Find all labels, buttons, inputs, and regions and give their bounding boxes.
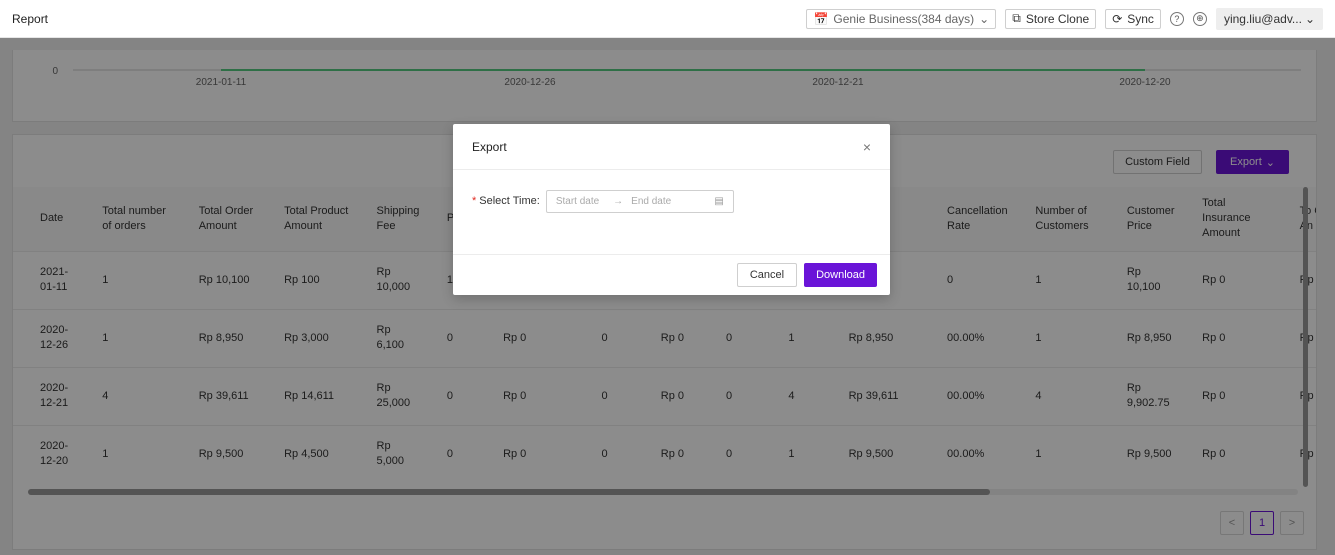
download-button[interactable]: Download: [804, 263, 877, 287]
chevron-down-icon: ⌄: [1304, 11, 1315, 26]
select-time-label: * Select Time:: [472, 195, 540, 207]
end-date-input[interactable]: End date: [631, 196, 671, 207]
sync-button[interactable]: ⟳ Sync: [1105, 8, 1161, 29]
sync-label: Sync: [1127, 11, 1154, 26]
calendar-icon: ▤: [714, 196, 724, 207]
modal-body: * Select Time: Start date → End date ▤: [453, 170, 890, 254]
business-name: Genie Business(384 days): [833, 11, 975, 26]
store-clone-label: Store Clone: [1025, 11, 1090, 26]
top-header: Report 📅 Genie Business(384 days) ⌄ ⧉ St…: [0, 0, 1335, 38]
store-clone-button[interactable]: ⧉ Store Clone: [1005, 8, 1097, 29]
arrow-right-icon: →: [613, 196, 624, 207]
modal-title: Export: [472, 139, 507, 154]
business-selector[interactable]: 📅 Genie Business(384 days) ⌄: [806, 8, 997, 29]
calendar-icon: 📅: [813, 11, 829, 26]
user-email: ying.liu@adv...: [1223, 11, 1302, 26]
close-icon[interactable]: ×: [863, 139, 871, 155]
modal-overlay[interactable]: [0, 38, 1335, 555]
user-menu[interactable]: ying.liu@adv... ⌄: [1215, 7, 1323, 30]
modal-footer: Cancel Download: [453, 254, 890, 295]
select-time-text: Select Time: [479, 195, 537, 207]
start-date-input[interactable]: Start date: [556, 196, 599, 207]
required-mark: *: [472, 195, 477, 207]
export-modal: Export × * Select Time: Start date → End …: [453, 124, 890, 295]
clone-icon: ⧉: [1012, 11, 1021, 25]
cancel-button[interactable]: Cancel: [736, 263, 798, 287]
chevron-down-icon: ⌄: [979, 11, 990, 26]
sync-icon: ⟳: [1112, 11, 1123, 26]
page-title: Report: [12, 11, 49, 26]
modal-header: Export ×: [453, 124, 890, 170]
globe-icon[interactable]: ⊕: [1192, 11, 1207, 26]
label-colon: :: [536, 195, 540, 207]
date-range-picker[interactable]: Start date → End date ▤: [545, 190, 734, 213]
header-actions: 📅 Genie Business(384 days) ⌄ ⧉ Store Clo…: [806, 7, 1323, 30]
help-icon[interactable]: ?: [1169, 11, 1184, 26]
